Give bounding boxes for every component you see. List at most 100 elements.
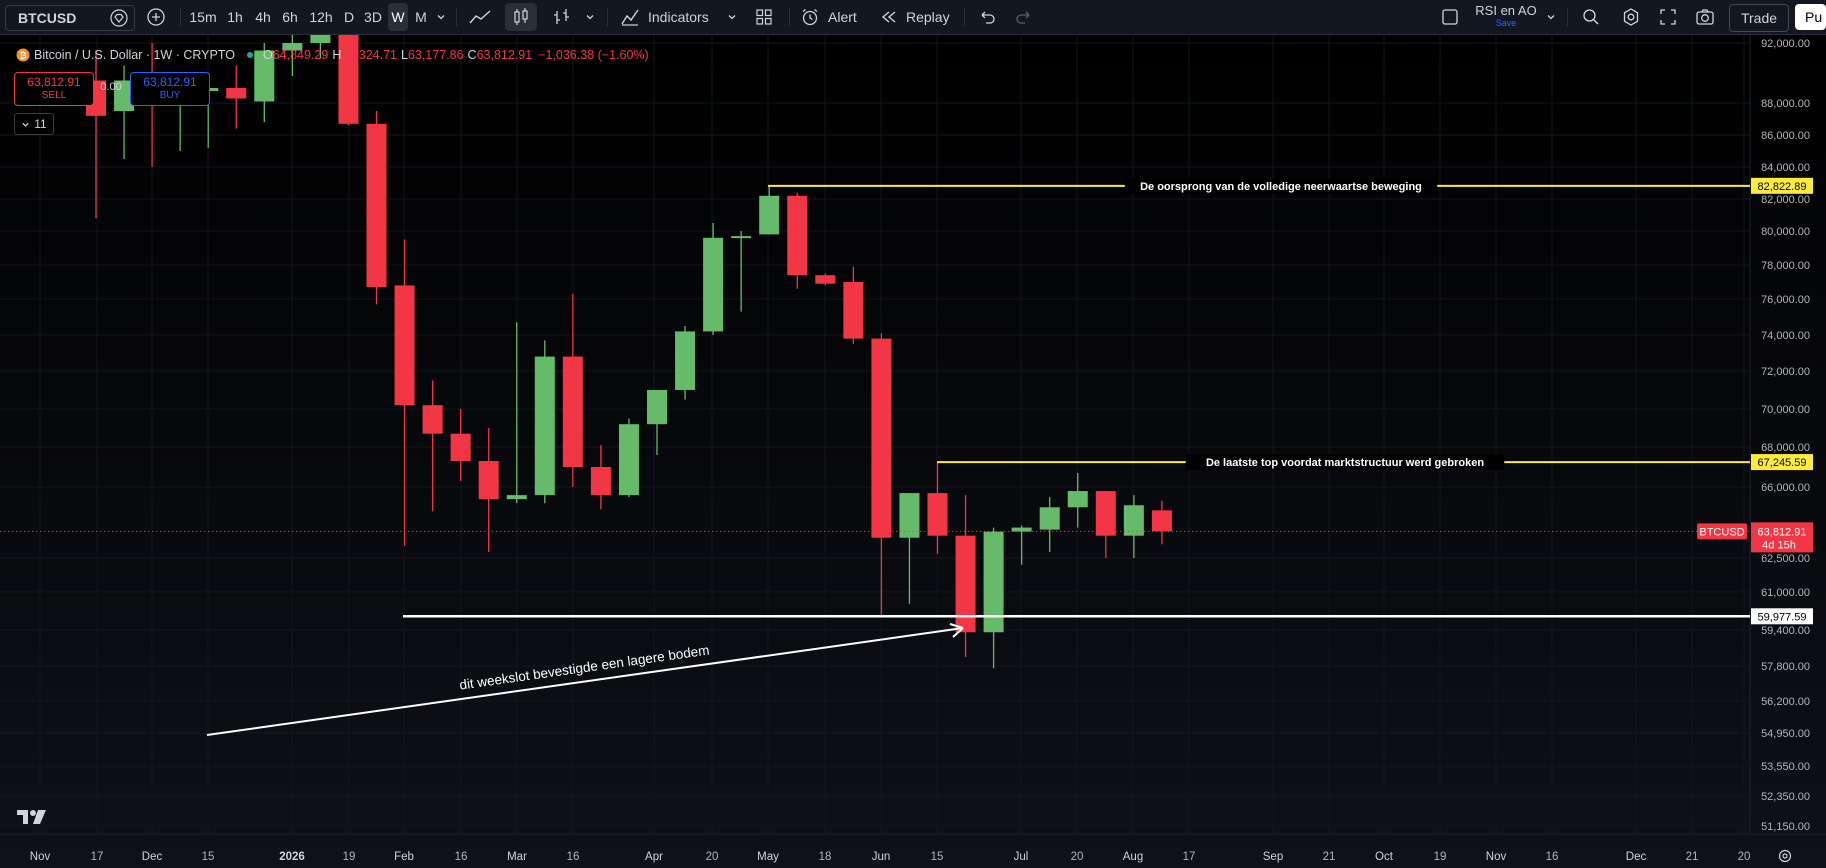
price-axis-label: 54,950.00 [1761,728,1810,740]
buy-label: BUY [159,90,181,101]
interval-w[interactable]: W [388,3,408,31]
time-axis-label: Mar [507,851,527,863]
price-axis-label: 68,000.00 [1761,442,1810,454]
price-axis-label: 72,000.00 [1761,366,1810,378]
bar-chart-icon[interactable] [550,0,574,34]
layout-checkbox-icon[interactable] [1440,0,1460,34]
time-axis-label: 15 [931,851,944,863]
candle-body [394,285,415,406]
candle [366,111,387,305]
top-toolbar: BTCUSD 15m 1h 4h 6h 12h D 3D W M Indicat… [0,0,1826,35]
sell-label: SELL [41,90,67,101]
symbol-search-box[interactable]: BTCUSD [5,5,135,31]
interval-12h[interactable]: 12h [306,0,336,34]
chevron-down-icon [21,120,30,129]
diamond-icon[interactable] [110,9,128,32]
price-axis-label: 76,000.00 [1761,294,1810,306]
replay-button[interactable]: Replay [880,0,958,34]
alert-icon [800,7,820,27]
candle-body [478,461,499,500]
price-axis-label: 53,550.00 [1761,761,1810,773]
interval-6h[interactable]: 6h [278,0,302,34]
time-axis-label: 21 [1323,851,1336,863]
chevron-down-icon[interactable] [583,0,597,34]
current-price-value: 63,812.91 [1758,526,1807,538]
toolbar-divider [789,8,790,26]
interval-1h[interactable]: 1h [223,0,247,34]
time-axis-label: 20 [706,851,719,863]
price-axis-label: 70,000.00 [1761,404,1810,416]
templates-icon[interactable] [752,0,776,34]
chevron-down-icon[interactable] [1544,0,1558,34]
replay-icon [880,9,898,25]
legend-low-value: 63,177.86 [407,48,464,62]
sell-button[interactable]: 63,812.91 SELL [14,72,94,106]
settings-icon[interactable] [1618,0,1644,34]
undo-icon[interactable] [975,0,999,34]
candle-body [675,331,696,390]
interval-3d[interactable]: 3D [361,0,385,34]
price-axis-label: 57,800.00 [1761,661,1810,673]
price-axis-label: 92,000.00 [1761,38,1810,50]
price-axis-label: 80,000.00 [1761,226,1810,238]
time-axis-label: 17 [1183,851,1196,863]
alert-label: Alert [828,9,857,25]
candlestick-chart[interactable]: 82,822.89 De oorsprong van de volledige n… [0,35,1826,868]
time-axis-label: Sep [1263,851,1283,863]
interval-d[interactable]: D [340,0,358,34]
layout-save-status: Save [1495,18,1517,28]
indicators-icon [620,7,640,27]
toolbar-divider [607,8,608,26]
indicators-button[interactable]: Indicators [620,0,732,34]
time-axis-label: Nov [1486,851,1507,863]
search-icon[interactable] [1578,0,1604,34]
fullscreen-icon[interactable] [1655,0,1681,34]
chevron-down-icon[interactable] [434,0,448,34]
candle [815,273,836,286]
candle-body [703,237,724,332]
chevron-down-icon[interactable] [725,0,739,34]
time-axis-label: 16 [1546,851,1559,863]
time-axis-label: May [757,851,779,863]
candle [534,340,555,504]
candles-icon[interactable] [505,3,537,31]
camera-icon[interactable] [1692,0,1718,34]
legend-open-value: 64,849.29 [272,48,329,62]
legend-close-label: C [467,48,477,62]
alert-button[interactable]: Alert [800,0,868,34]
interval-15m[interactable]: 15m [187,0,219,34]
time-axis-label: 16 [455,851,468,863]
time-axis-label: Aug [1123,851,1143,863]
sell-price: 63,812.91 [27,75,81,89]
publish-button[interactable]: Pu [1795,4,1826,30]
buy-price: 63,812.91 [143,75,197,89]
legend-low-label: L [400,48,408,62]
plus-icon[interactable] [144,0,168,34]
price-axis-label: 84,000.00 [1761,162,1810,174]
horizontal-level-text: De oorsprong van de volledige neerwaarts… [1140,181,1422,193]
market-status-dot [246,52,253,58]
trade-button[interactable]: Trade [1729,4,1789,32]
time-axis-label: 20 [1071,851,1084,863]
horizontal-level-text: De laatste top voordat marktstructuur we… [1206,457,1484,469]
time-axis-label: 2026 [279,851,305,863]
time-axis-settings-icon[interactable] [1775,847,1795,865]
indicator-layers-toggle[interactable]: 11 [14,113,54,135]
redo-icon[interactable] [1012,0,1036,34]
price-axis-label: 56,200.00 [1761,696,1810,708]
interval-4h[interactable]: 4h [251,0,275,34]
chart-area[interactable]: 82,822.89 De oorsprong van de volledige n… [0,35,1826,868]
legend-high-value: 65,324.71 [341,48,397,62]
toolbar-divider [964,8,965,26]
candle-body [1151,510,1172,532]
time-axis-label: Dec [1626,851,1647,863]
line-chart-icon[interactable] [466,0,494,34]
buy-button[interactable]: 63,812.91 BUY [130,72,210,106]
interval-m[interactable]: M [412,0,430,34]
candle-body [731,236,752,239]
candle [787,192,808,289]
candle-body [366,123,387,288]
horizontal-level-price-label: 82,822.89 [1758,181,1807,193]
time-axis-label: 17 [91,851,104,863]
layout-name-button[interactable]: RSI en AO Save [1470,0,1542,34]
